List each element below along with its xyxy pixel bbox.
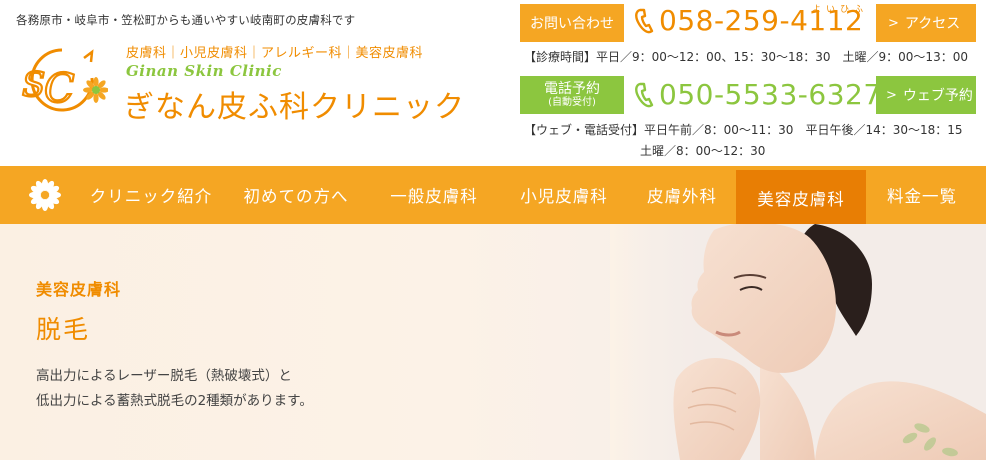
reserve-hours-saturday: 土曜／8：00～12：30 [640, 144, 766, 158]
hero-description: 高出力によるレーザー脱毛（熱破壊式）と 低出力による蓄熱式脱毛の2種類があります… [36, 364, 313, 414]
web-reserve-button[interactable]: > ウェブ予約 [876, 76, 976, 114]
svg-text:S: S [22, 65, 45, 105]
clinic-name-jp[interactable]: ぎなん皮ふ科クリニック [124, 82, 465, 126]
phone-reserve[interactable]: 050-5533-6327 [634, 78, 882, 111]
flower-icon[interactable] [28, 178, 62, 212]
clinic-logo[interactable]: S C [16, 44, 108, 118]
tagline: 各務原市・岐阜市・笠松町からも通いやすい岐南町の皮膚科です [16, 13, 356, 27]
nav-item-clinic[interactable]: クリニック紹介 [78, 166, 224, 224]
phone-reserve-sublabel: (自動受付) [548, 97, 596, 109]
access-button[interactable]: > アクセス [876, 4, 976, 42]
phone-main-number: 058-259-4112 [659, 4, 864, 37]
nav-item-cosmetic-dermatology[interactable]: 美容皮膚科 [736, 170, 866, 226]
hero-description-line-2: 低出力による蓄熱式脱毛の2種類があります。 [36, 393, 313, 409]
sub-categories: 皮膚科｜小児皮膚科｜アレルギー科｜美容皮膚科 [126, 46, 424, 61]
hero-title: 脱毛 [36, 315, 91, 344]
clinic-hours: 【診療時間】平日／9：00～12：00、15：30～18：30 土曜／9：00～… [524, 50, 968, 64]
svg-text:C: C [44, 66, 75, 112]
phone-handset-icon [635, 82, 654, 107]
phone-main[interactable]: 058-259-4112 [634, 4, 863, 37]
main-nav: クリニック紹介 初めての方へ 一般皮膚科 小児皮膚科 皮膚外科 美容皮膚科 料金… [0, 166, 986, 226]
access-label: アクセス [904, 16, 961, 32]
hero-banner: 美容皮膚科 脱毛 高出力によるレーザー脱毛（熱破壊式）と 低出力による蓄熱式脱毛… [0, 224, 986, 460]
phone-reserve-button[interactable]: 電話予約 (自動受付) [520, 76, 624, 114]
hero-woman-image [610, 224, 986, 460]
nav-item-first-visit[interactable]: 初めての方へ [232, 166, 360, 224]
web-reserve-label: ウェブ予約 [902, 88, 973, 104]
reserve-hours: 【ウェブ・電話受付】平日午前／8：00～11：30 平日午後／14：30～18：… [524, 123, 963, 137]
site-header: 各務原市・岐阜市・笠松町からも通いやすい岐南町の皮膚科です S C 皮膚科｜小児… [0, 0, 986, 166]
phone-reserve-number: 050-5533-6327 [659, 78, 882, 111]
nav-item-dermatologic-surgery[interactable]: 皮膚外科 [634, 166, 730, 224]
phone-reserve-label: 電話予約 [544, 80, 600, 97]
nav-item-pediatric-dermatology[interactable]: 小児皮膚科 [504, 166, 624, 224]
clinic-name-en: Ginan Skin Clinic [126, 62, 282, 80]
nav-item-price-list[interactable]: 料金一覧 [872, 166, 972, 224]
phone-handset-icon [635, 8, 654, 33]
hero-description-line-1: 高出力によるレーザー脱毛（熱破壊式）と [36, 368, 292, 384]
hero-category: 美容皮膚科 [36, 280, 122, 299]
chevron-right-icon: > [886, 87, 897, 103]
nav-item-general-dermatology[interactable]: 一般皮膚科 [374, 166, 494, 224]
chevron-right-icon: > [888, 15, 899, 31]
contact-button[interactable]: お問い合わせ [520, 4, 624, 42]
